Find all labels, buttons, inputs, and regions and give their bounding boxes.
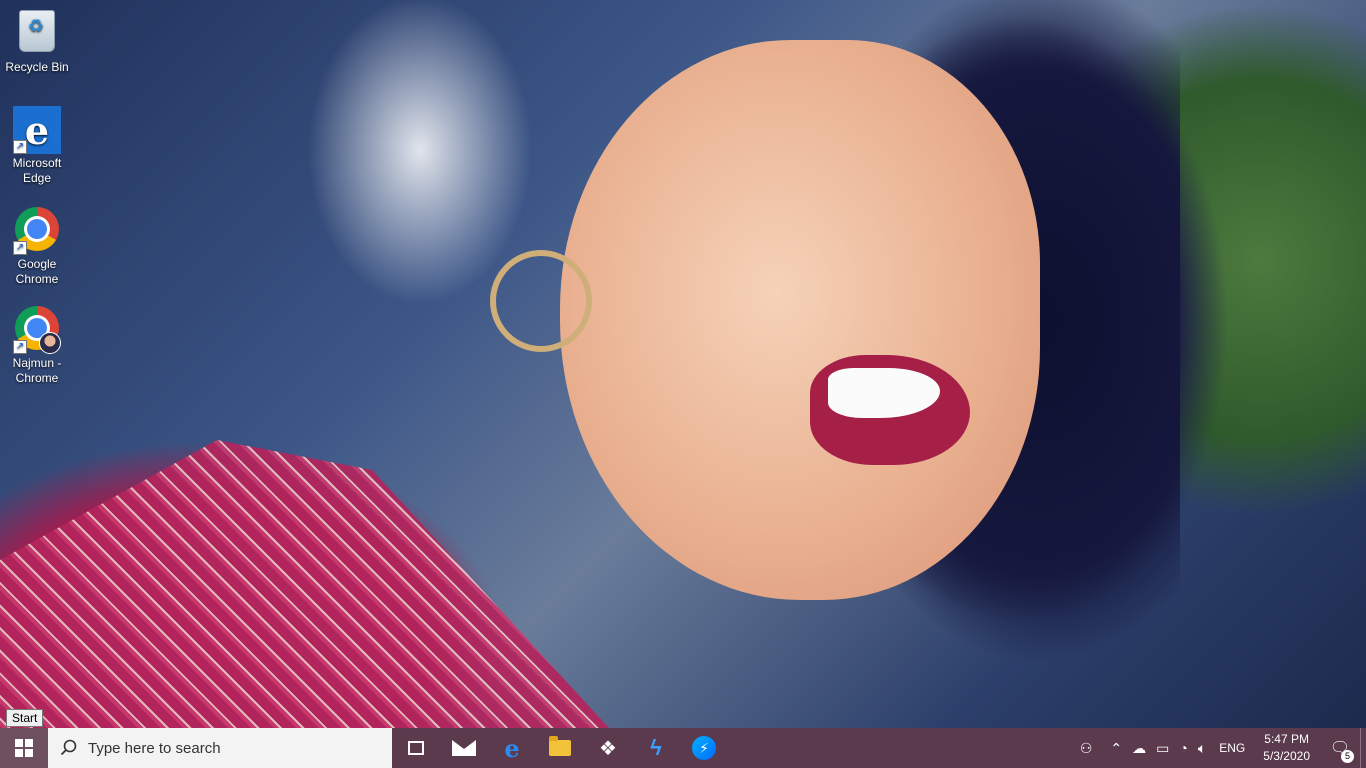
- battery-button[interactable]: ▭: [1151, 728, 1174, 768]
- desktop-icon-recycle-bin[interactable]: Recycle Bin: [2, 6, 72, 75]
- clock[interactable]: 5:47 PM 5/3/2020: [1253, 731, 1320, 765]
- desktop-icon-microsoft-edge[interactable]: e ↗ Microsoft Edge: [2, 106, 72, 186]
- search-box[interactable]: Type here to search: [48, 728, 392, 768]
- shortcut-arrow-icon: ↗: [13, 140, 27, 154]
- chrome-profile-icon: ↗: [13, 306, 61, 354]
- desktop-icon-label: Recycle Bin: [5, 60, 69, 74]
- taskbar: Type here to search e ❖ ϟ ⚡ ⚇ ⌃ ☁ ▭ ◔ 🔈︎…: [0, 728, 1366, 768]
- shortcut-arrow-icon: ↗: [13, 241, 27, 255]
- messenger-button[interactable]: ⚡: [680, 728, 728, 768]
- windows-logo-icon: [15, 739, 33, 757]
- chrome-icon: ↗: [13, 207, 61, 255]
- notification-count-badge: 5: [1341, 750, 1354, 763]
- dropbox-button[interactable]: ❖: [584, 728, 632, 768]
- wifi-icon: ◔: [1179, 740, 1188, 756]
- volume-button[interactable]: 🔈︎: [1193, 728, 1211, 768]
- desktop-icon-label: Google Chrome: [15, 257, 59, 286]
- speaker-icon: 🔈︎: [1197, 739, 1207, 756]
- desktop-icon-google-chrome[interactable]: ↗ Google Chrome: [2, 205, 72, 287]
- wallpaper-earring: [490, 250, 592, 352]
- clock-date: 5/3/2020: [1263, 749, 1310, 763]
- edge-taskbar-button[interactable]: e: [488, 728, 536, 768]
- chevron-up-icon: ⌃: [1110, 739, 1123, 756]
- file-explorer-button[interactable]: [536, 728, 584, 768]
- onedrive-button[interactable]: ☁: [1127, 728, 1151, 768]
- app-button[interactable]: ϟ: [632, 728, 680, 768]
- shortcut-arrow-icon: ↗: [13, 340, 27, 354]
- search-placeholder: Type here to search: [88, 739, 221, 757]
- people-button[interactable]: ⚇: [1075, 728, 1098, 768]
- task-view-icon: [408, 741, 424, 755]
- recycle-bin-icon: [13, 10, 61, 58]
- desktop-icon-label: Najmun - Chrome: [12, 356, 62, 385]
- network-button[interactable]: ◔: [1174, 728, 1192, 768]
- action-center-button[interactable]: 🗨︎ 5: [1320, 728, 1360, 768]
- desktop-wallpaper: [0, 0, 1366, 728]
- dropbox-icon: ❖: [599, 737, 617, 760]
- messenger-icon: ⚡: [692, 736, 716, 760]
- desktop-icon-najmun-chrome[interactable]: ↗ Najmun - Chrome: [2, 304, 72, 386]
- task-view-button[interactable]: [392, 728, 440, 768]
- language-indicator[interactable]: ENG: [1211, 728, 1253, 768]
- system-tray: ⚇ ⌃ ☁ ▭ ◔ 🔈︎ ENG 5:47 PM 5/3/2020 🗨︎ 5: [1075, 728, 1366, 768]
- app-icon: ϟ: [650, 735, 662, 760]
- battery-icon: ▭: [1156, 739, 1170, 756]
- people-icon: ⚇: [1079, 739, 1093, 756]
- search-icon: [60, 739, 77, 756]
- start-button[interactable]: [0, 728, 48, 768]
- show-hidden-icons-button[interactable]: ⌃: [1105, 728, 1127, 768]
- mail-button[interactable]: [440, 728, 488, 768]
- start-tooltip: Start: [6, 709, 44, 727]
- folder-icon: [549, 736, 571, 756]
- desktop-icon-label: Microsoft Edge: [12, 156, 62, 185]
- edge-icon: e ↗: [13, 106, 61, 154]
- show-desktop-button[interactable]: [1360, 728, 1366, 768]
- edge-icon: e: [504, 733, 520, 763]
- clock-time: 5:47 PM: [1264, 732, 1309, 746]
- cloud-icon: ☁: [1132, 739, 1147, 756]
- wallpaper-face: [560, 40, 1040, 600]
- profile-avatar-icon: [39, 332, 61, 354]
- mail-icon: [452, 740, 476, 756]
